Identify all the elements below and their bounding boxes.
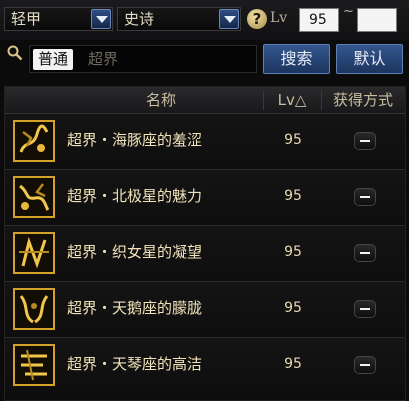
table-row[interactable]: 超界・织女星的凝望 95 (5, 226, 405, 281)
search-placeholder: 超界 (88, 50, 119, 68)
item-name[interactable]: 超界・织女星的凝望 (67, 241, 202, 263)
acquire-method-button[interactable] (354, 244, 376, 262)
help-icon[interactable]: ? (247, 9, 267, 29)
item-name[interactable]: 超界・天琴座的高洁 (67, 353, 202, 375)
item-name[interactable]: 超界・天鹅座的朦胧 (67, 297, 202, 319)
item-name[interactable]: 超界・北极星的魅力 (67, 185, 202, 207)
item-level: 95 (284, 132, 302, 148)
acquire-method-button[interactable] (354, 188, 376, 206)
armor-type-value: 轻甲 (11, 10, 42, 28)
level-min-input[interactable]: 95 (299, 8, 339, 32)
rarity-select[interactable]: 史诗 (117, 7, 241, 31)
acquire-method-button[interactable] (354, 300, 376, 318)
table-header: 名称 Lv△ 获得方式 (5, 87, 405, 114)
level-range-separator: ~ (343, 4, 354, 19)
level-label: Lv (270, 10, 288, 26)
item-level: 95 (284, 244, 302, 260)
search-button[interactable]: 搜索 (263, 44, 330, 74)
filter-bar: 轻甲 史诗 ? Lv 95 ~ (0, 0, 409, 40)
armor-type-select[interactable]: 轻甲 (4, 7, 113, 31)
column-header-name[interactable]: 名称 (61, 87, 261, 113)
item-level: 95 (284, 356, 302, 372)
rarity-value: 史诗 (124, 10, 155, 28)
search-mode-tag[interactable]: 普通 (33, 49, 74, 70)
search-icon (7, 45, 23, 61)
column-header-acquire[interactable]: 获得方式 (321, 87, 405, 113)
epic-gold-pattern-icon (13, 176, 55, 218)
item-level: 95 (284, 188, 302, 204)
epic-gold-pattern-icon (13, 232, 55, 274)
chevron-down-icon[interactable] (219, 9, 239, 29)
search-input[interactable]: 普通 超界 (29, 45, 257, 73)
epic-gold-pattern-icon (13, 288, 55, 330)
table-row[interactable]: 超界・海豚座的羞涩 95 (5, 114, 405, 169)
epic-gold-pattern-icon (13, 344, 55, 386)
item-level: 95 (284, 300, 302, 316)
level-max-input[interactable] (357, 8, 397, 32)
table-row[interactable]: 超界・北极星的魅力 95 (5, 170, 405, 225)
acquire-method-button[interactable] (354, 132, 376, 150)
default-button[interactable]: 默认 (336, 44, 403, 74)
chevron-down-icon[interactable] (91, 9, 111, 29)
epic-gold-pattern-icon (13, 120, 55, 162)
results-table: 名称 Lv△ 获得方式 超界・海豚座的羞涩 95 超界・北极星的魅力 95 超界… (4, 86, 406, 401)
item-name[interactable]: 超界・海豚座的羞涩 (67, 129, 202, 151)
acquire-method-button[interactable] (354, 356, 376, 374)
column-header-level[interactable]: Lv△ (263, 87, 321, 113)
table-row[interactable]: 超界・天琴座的高洁 95 (5, 338, 405, 393)
table-row[interactable]: 超界・天鹅座的朦胧 95 (5, 282, 405, 337)
